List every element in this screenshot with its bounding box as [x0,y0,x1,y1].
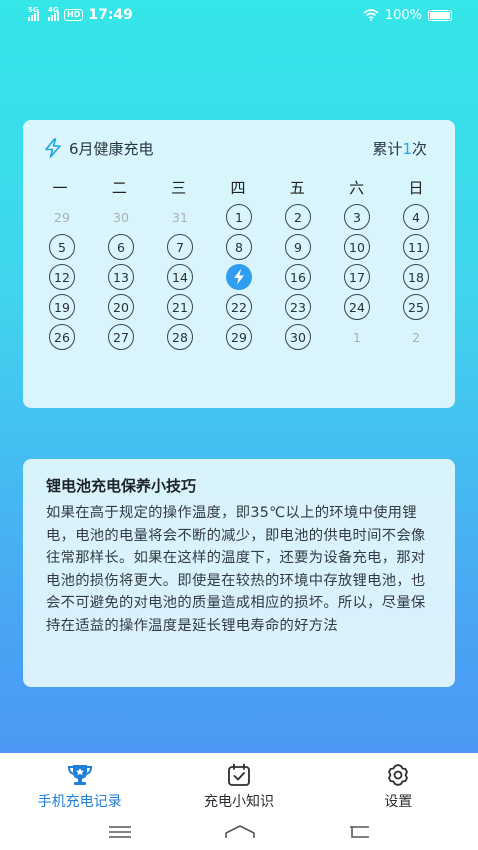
system-nav-bar [0,813,478,850]
charge-total: 累计1次 [372,138,427,159]
trophy-icon [67,765,92,785]
calendar-day-muted[interactable]: 2 [403,324,429,350]
weekday-row: 一 二 三 四 五 六 日 [45,177,431,198]
calendar-day-muted[interactable]: 30 [108,204,134,230]
battery-tips-card: 锂电池充电保养小技巧 如果在高于规定的操作温度，即35℃以上的环境中使用锂电，电… [23,459,455,687]
calendar-day[interactable]: 2 [285,204,311,230]
weekday-label: 三 [171,179,187,197]
nav-label-charge-records: 手机充电记录 [37,794,122,810]
hd-badge: HD [64,9,84,21]
calendar-header: 6月健康充电 累计1次 [43,136,427,160]
bottom-nav: 手机充电记录 充电小知识 设置 [0,753,478,813]
calendar-day[interactable]: 1 [226,204,252,230]
calendar-day[interactable]: 18 [403,264,429,290]
nav-label-charging-tips: 充电小知识 [203,794,274,810]
nav-label-settings: 设置 [384,794,413,810]
charge-total-prefix: 累计 [372,139,403,158]
charge-total-count: 1 [402,139,412,158]
signal-4g-icon: 4G [48,6,59,21]
status-left: 5G 4G HD 17:49 [28,6,133,23]
wifi-icon [363,9,379,21]
calendar-days-grid: 29 30 31 1 2 3 4 5 6 7 8 9 10 11 12 13 14 16 17 18 19 20 21 22 2… [49,204,429,350]
calendar-day[interactable]: 19 [49,294,75,320]
calendar-day[interactable]: 27 [108,324,134,350]
calendar-day[interactable]: 16 [285,264,311,290]
calendar-day[interactable]: 12 [49,264,75,290]
lightning-icon [234,269,244,285]
calendar-day[interactable]: 22 [226,294,252,320]
calendar-day[interactable]: 7 [167,234,193,260]
calendar-day[interactable]: 26 [49,324,75,350]
calendar-day[interactable]: 8 [226,234,252,260]
calendar-day[interactable]: 30 [285,324,311,350]
calendar-day[interactable]: 11 [403,234,429,260]
weekday-label: 六 [349,179,365,197]
calendar-day-muted[interactable]: 31 [167,204,193,230]
calendar-day[interactable]: 3 [344,204,370,230]
calendar-title-wrap: 6月健康充电 [43,138,154,159]
home-icon[interactable] [224,824,256,840]
weekday-label: 五 [289,179,305,197]
nav-tab-settings[interactable]: 设置 [319,753,478,811]
calendar-day[interactable]: 4 [403,204,429,230]
calendar-day[interactable]: 9 [285,234,311,260]
signal-4g-label: 4G [48,6,59,14]
charging-calendar-card: 6月健康充电 累计1次 一 二 三 四 五 六 日 29 30 31 1 2 3 4 5 6 7 8… [23,120,455,408]
calendar-day[interactable]: 6 [108,234,134,260]
calendar-day[interactable]: 17 [344,264,370,290]
calendar-day[interactable]: 20 [108,294,134,320]
calendar-check-icon [228,763,250,786]
calendar-day[interactable]: 23 [285,294,311,320]
charge-total-suffix: 次 [411,139,427,158]
calendar-title: 6月健康充电 [69,139,154,158]
signal-5g-label: 5G [28,6,39,14]
status-time: 17:49 [88,7,133,23]
calendar-day[interactable]: 21 [167,294,193,320]
calendar-day[interactable]: 28 [167,324,193,350]
signal-5g-icon: 5G [28,6,39,21]
calendar-day[interactable]: 10 [344,234,370,260]
calendar-day[interactable]: 24 [344,294,370,320]
calendar-day-muted[interactable]: 29 [49,204,75,230]
menu-icon[interactable] [107,824,133,840]
status-bar: 5G 4G HD 17:49 100% [0,0,478,30]
calendar-day[interactable]: 25 [403,294,429,320]
calendar-day[interactable]: 29 [226,324,252,350]
calendar-day[interactable]: 5 [49,234,75,260]
weekday-label: 二 [111,179,127,197]
weekday-label: 一 [52,179,68,197]
calendar-day-muted[interactable]: 1 [344,324,370,350]
back-icon[interactable] [347,824,373,840]
calendar-day-charged[interactable] [226,264,252,290]
status-right: 100% [363,8,452,23]
lightning-icon [45,138,61,158]
tips-body: 如果在高于规定的操作温度，即35℃以上的环境中使用锂电，电池的电量将会不断的减少… [46,505,426,634]
battery-icon [428,9,452,21]
battery-percent: 100% [384,7,422,23]
nav-tab-charging-tips[interactable]: 充电小知识 [159,753,318,811]
calendar-day[interactable]: 13 [108,264,134,290]
calendar-day[interactable]: 14 [167,264,193,290]
weekday-label: 日 [408,179,424,197]
weekday-label: 四 [230,179,246,197]
nav-tab-charge-records[interactable]: 手机充电记录 [0,753,159,811]
tips-title: 锂电池充电保养小技巧 [46,477,197,495]
gear-icon [388,764,409,786]
